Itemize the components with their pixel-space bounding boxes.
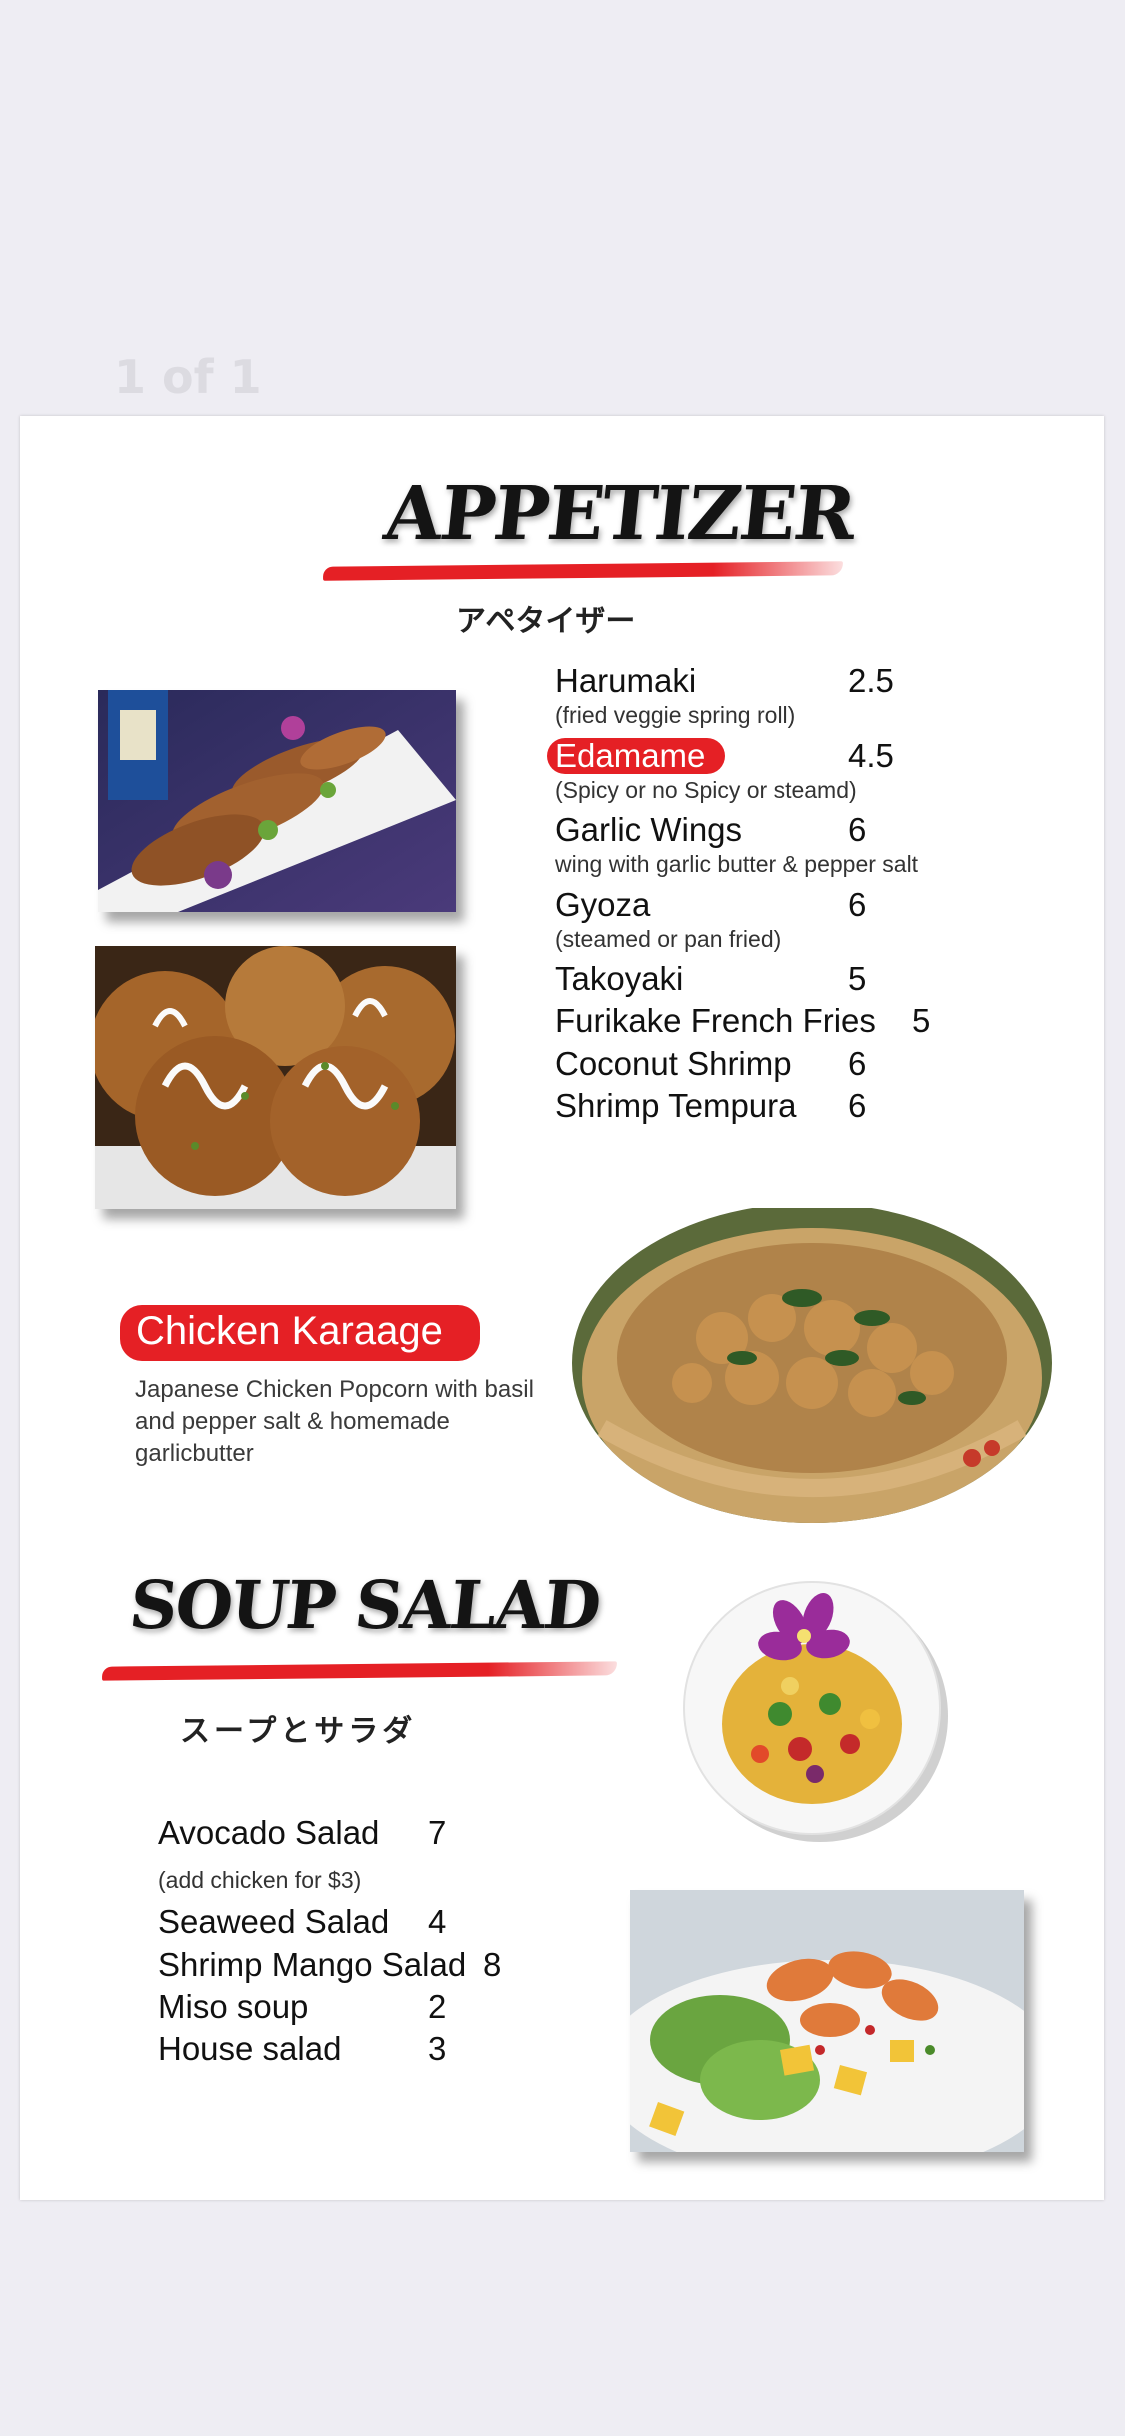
karaage-description: Japanese Chicken Popcorn with basil and …: [135, 1376, 534, 1467]
soup-salad-brush-stroke: [101, 1661, 618, 1681]
price-shrimp-mango-salad: 8: [483, 1946, 502, 1983]
karaage-photo: [572, 1208, 1052, 1523]
menu-page: APPETIZER アペタイザー Harumaki 2.5 (fried veg…: [20, 416, 1104, 2200]
price-coconut-shrimp: 6: [848, 1045, 867, 1082]
page-indicator: 1 of 1: [114, 350, 262, 404]
karaage-title: Chicken Karaage: [136, 1309, 443, 1353]
price-takoyaki: 5: [848, 960, 867, 997]
item-harumaki: Harumaki: [555, 662, 697, 699]
item-gyoza: Gyoza: [555, 886, 651, 923]
item-edamame: Edamame: [555, 737, 706, 774]
salad-bowl-photo: [670, 1574, 960, 1849]
price-garlic-wings: 6: [848, 811, 867, 848]
appetizer-title: APPETIZER: [380, 471, 859, 557]
item-miso-soup: Miso soup: [158, 1988, 309, 2025]
takoyaki-photo: [95, 946, 456, 1209]
desc-harumaki: (fried veggie spring roll): [555, 702, 796, 728]
desc-gyoza: (steamed or pan fried): [555, 926, 782, 952]
item-takoyaki: Takoyaki: [555, 960, 684, 997]
appetizer-subtitle-jp: アペタイザー: [456, 604, 636, 639]
item-coconut-shrimp: Coconut Shrimp: [555, 1045, 792, 1082]
price-seaweed-salad: 4: [428, 1903, 447, 1940]
item-furikake-fries: Furikake French Fries: [555, 1002, 876, 1039]
price-gyoza: 6: [848, 886, 867, 923]
desc-garlic-wings: wing with garlic butter & pepper salt: [555, 851, 919, 877]
item-garlic-wings: Garlic Wings: [555, 811, 743, 848]
item-avocado-salad: Avocado Salad: [158, 1814, 380, 1851]
price-furikake-fries: 5: [912, 1002, 931, 1039]
soup-salad-subtitle-jp: スープとサラダ: [180, 1714, 417, 1749]
shrimp-mango-salad-photo: [630, 1890, 1024, 2152]
price-miso-soup: 2: [428, 1988, 447, 2025]
price-shrimp-tempura: 6: [848, 1087, 867, 1124]
price-avocado-salad: 7: [428, 1814, 447, 1851]
price-house-salad: 3: [428, 2030, 447, 2067]
item-seaweed-salad: Seaweed Salad: [158, 1903, 390, 1940]
soup-salad-title: SOUP SALAD: [125, 1566, 604, 1644]
avocado-note: (add chicken for $3): [158, 1867, 362, 1893]
chicken-wings-photo: [98, 690, 456, 912]
item-shrimp-tempura: Shrimp Tempura: [555, 1087, 797, 1124]
item-shrimp-mango-salad: Shrimp Mango Salad: [158, 1946, 467, 1983]
item-house-salad: House salad: [158, 2030, 342, 2067]
appetizer-brush-stroke: [322, 561, 844, 581]
price-harumaki: 2.5: [848, 662, 894, 699]
price-edamame: 4.5: [848, 737, 894, 774]
desc-edamame: (Spicy or no Spicy or steamd): [555, 777, 857, 803]
